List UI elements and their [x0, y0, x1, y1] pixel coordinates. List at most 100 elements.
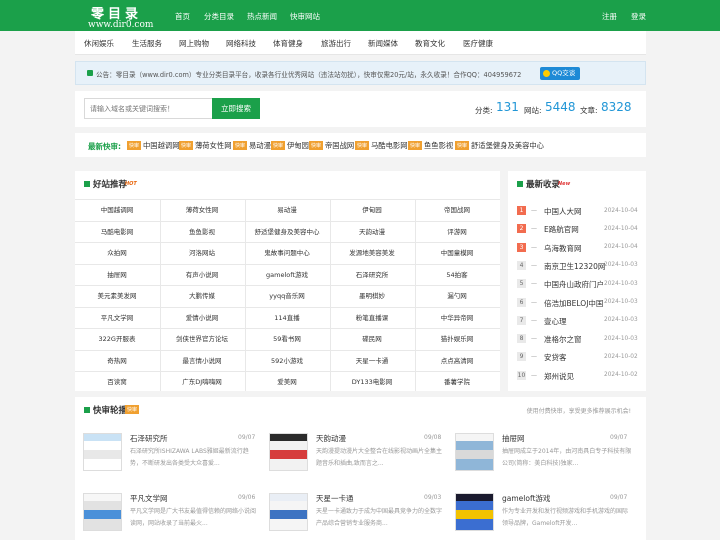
recommend-site-link[interactable]: 剑侠世界官方论坛 — [160, 333, 244, 343]
recommend-site-link[interactable]: yyqq音乐网 — [245, 290, 329, 300]
site-thumbnail[interactable] — [269, 433, 308, 471]
latest-site-link[interactable]: 壹心理 — [544, 316, 567, 327]
recommend-site-link[interactable]: 粉笔直播课 — [330, 312, 414, 322]
recommend-site-link[interactable]: 天星一卡通 — [330, 355, 414, 365]
carousel-item[interactable]: 天星一卡通 09/03 天星一卡通致力于成为中国最具竞争力的全数字产品综合营销专业服… — [269, 493, 449, 533]
latest-site-link[interactable]: 郑州说见 — [544, 371, 574, 382]
recommend-site-link[interactable]: 广东DJ嗨嗨网 — [160, 376, 244, 386]
recommend-site-link[interactable]: 易动漫 — [245, 204, 329, 214]
site-thumbnail[interactable] — [455, 433, 494, 471]
recommend-site-link[interactable]: 河洛网站 — [160, 247, 244, 257]
latest-site-link[interactable]: 南京卫生12320网 — [544, 261, 605, 272]
recommend-site-link[interactable]: 帝国战网 — [415, 204, 499, 214]
category-item[interactable]: 新闻媒体 — [368, 38, 398, 49]
carousel-item[interactable]: gameloft游戏 09/07 作为专业开发和发行视频游戏和手机游戏的国际领导品牌… — [455, 493, 635, 533]
carousel-site-name[interactable]: 天韵动漫 — [316, 433, 346, 444]
carousel-item[interactable]: 石泽研究所 09/07 石泽研究所ISHIZAWA LABS雅姬最新流行趋势，不断研… — [83, 433, 263, 473]
latest-site-link[interactable]: 中国人大网 — [544, 206, 582, 217]
category-item[interactable]: 医疗健康 — [463, 38, 493, 49]
category-item[interactable]: 教育文化 — [415, 38, 445, 49]
site-thumbnail[interactable] — [455, 493, 494, 531]
recommend-site-link[interactable]: 评游网 — [415, 226, 499, 236]
recommend-site-link[interactable]: 鱼鱼影视 — [160, 226, 244, 236]
category-item[interactable]: 网上购物 — [179, 38, 209, 49]
recommend-site-link[interactable]: DY133电影网 — [330, 376, 414, 386]
category-item[interactable]: 旅游出行 — [321, 38, 351, 49]
quick-review-item[interactable]: 快审 马酷电影网 — [355, 141, 408, 151]
recommend-site-link[interactable]: 114直播 — [245, 312, 329, 322]
recommend-site-link[interactable]: 爱情小说网 — [160, 312, 244, 322]
recommend-site-link[interactable]: 爱美网 — [245, 376, 329, 386]
register-link[interactable]: 注册 — [602, 11, 617, 22]
site-thumbnail[interactable] — [269, 493, 308, 531]
site-thumbnail[interactable] — [83, 493, 122, 531]
recommend-site-link[interactable]: 碟民网 — [330, 333, 414, 343]
site-thumbnail[interactable] — [83, 433, 122, 471]
recommend-site-link[interactable]: 大鹏传媒 — [160, 290, 244, 300]
latest-site-link[interactable]: E路航官网 — [544, 224, 579, 235]
recommend-site-link[interactable]: 奇热网 — [75, 355, 159, 365]
recommend-site-link[interactable]: 抽屉网 — [75, 269, 159, 279]
category-item[interactable]: 生活服务 — [132, 38, 162, 49]
carousel-site-name[interactable]: 平凡文学网 — [130, 493, 168, 504]
category-item[interactable]: 体育健身 — [273, 38, 303, 49]
nav-directory[interactable]: 分类目录 — [204, 11, 234, 22]
recommend-site-link[interactable]: 百读窝 — [75, 376, 159, 386]
carousel-item[interactable]: 平凡文学网 09/06 平凡文学网是广大书友最值得信赖的网络小说阅读网，网站收录了当… — [83, 493, 263, 533]
search-input[interactable] — [84, 98, 212, 119]
latest-site-link[interactable]: 倍浩加BELOJ中国 — [544, 298, 603, 309]
latest-site-link[interactable]: 准格尔之窗 — [544, 334, 582, 345]
latest-site-link[interactable]: 乌海教育网 — [544, 243, 582, 254]
recommend-site-link[interactable]: 石泽研究所 — [330, 269, 414, 279]
recommend-site-link[interactable]: 墨明棋妙 — [330, 290, 414, 300]
latest-site-link[interactable]: 安贷客 — [544, 352, 567, 363]
carousel-item[interactable]: 天韵动漫 09/08 天韵漫提动漫片大全整合在线影视动画片全集主题音乐和插曲,致而言… — [269, 433, 449, 473]
recommend-site-link[interactable]: 592小游戏 — [245, 355, 329, 365]
recommend-site-link[interactable]: 天韵动漫 — [330, 226, 414, 236]
recommend-site-link[interactable]: 美元素美发网 — [75, 290, 159, 300]
carousel-site-name[interactable]: 天星一卡通 — [316, 493, 354, 504]
recommend-site-link[interactable]: 发源地美容美发 — [330, 247, 414, 257]
quick-review-item[interactable]: 快审 薄荷女性网 — [179, 141, 232, 151]
quick-review-item[interactable]: 快审 舒适堡健身及美容中心 — [455, 141, 544, 151]
quick-review-item[interactable]: 快审 中国越调网 — [127, 141, 180, 151]
recommend-site-link[interactable]: 伊甸园 — [330, 204, 414, 214]
nav-quick-review[interactable]: 快审网站 — [290, 11, 320, 22]
category-item[interactable]: 休闲娱乐 — [84, 38, 114, 49]
quick-review-item[interactable]: 快审 鱼鱼影视 — [408, 141, 453, 151]
quick-review-item[interactable]: 快审 伊甸园 — [271, 141, 309, 151]
nav-news[interactable]: 热点新闻 — [247, 11, 277, 22]
quick-review-item[interactable]: 快审 帝国战网 — [309, 141, 354, 151]
qq-chat-button[interactable]: QQ交谈 — [540, 67, 581, 80]
carousel-site-name[interactable]: 石泽研究所 — [130, 433, 168, 444]
carousel-site-name[interactable]: gameloft游戏 — [502, 493, 550, 504]
recommend-site-link[interactable]: 番薯学院 — [415, 376, 499, 386]
search-button[interactable]: 立即搜索 — [212, 98, 260, 119]
recommend-site-link[interactable]: 中华异帝网 — [415, 312, 499, 322]
recommend-site-link[interactable]: 中国童模网 — [415, 247, 499, 257]
site-logo[interactable]: 零目录 www.dir0.com — [88, 3, 153, 30]
recommend-site-link[interactable]: 有声小说网 — [160, 269, 244, 279]
recommend-site-link[interactable]: 猫扑娱乐网 — [415, 333, 499, 343]
nav-home[interactable]: 首页 — [175, 11, 190, 22]
carousel-site-name[interactable]: 抽屉网 — [502, 433, 525, 444]
category-item[interactable]: 网络科技 — [226, 38, 256, 49]
latest-site-link[interactable]: 中国舟山政府门户 — [544, 279, 604, 290]
recommend-site-link[interactable]: 322G开服表 — [75, 333, 159, 343]
recommend-site-link[interactable]: 众拍网 — [75, 247, 159, 257]
login-link[interactable]: 登录 — [631, 11, 646, 22]
recommend-site-link[interactable]: 最言情小说网 — [160, 355, 244, 365]
recommend-site-link[interactable]: 鬼故事问题中心 — [245, 247, 329, 257]
recommend-site-link[interactable]: 薄荷女性网 — [160, 204, 244, 214]
recommend-site-link[interactable]: 舒适堡健身及美容中心 — [245, 226, 329, 236]
recommend-site-link[interactable]: 54拍客 — [415, 269, 499, 279]
recommend-site-link[interactable]: 中国越调网 — [75, 204, 159, 214]
recommend-site-link[interactable]: 漏勺网 — [415, 290, 499, 300]
quick-review-item[interactable]: 快审 易动漫 — [233, 141, 271, 151]
recommend-site-link[interactable]: 点点高清网 — [415, 355, 499, 365]
recommend-site-link[interactable]: 马酷电影网 — [75, 226, 159, 236]
recommend-site-link[interactable]: 平凡文学网 — [75, 312, 159, 322]
recommend-site-link[interactable]: gameloft游戏 — [245, 269, 329, 279]
carousel-item[interactable]: 抽屉网 09/07 抽屉网成立于2014年，由河南具白专子科技有限公司(简称：美白科… — [455, 433, 635, 473]
recommend-site-link[interactable]: 59看书网 — [245, 333, 329, 343]
